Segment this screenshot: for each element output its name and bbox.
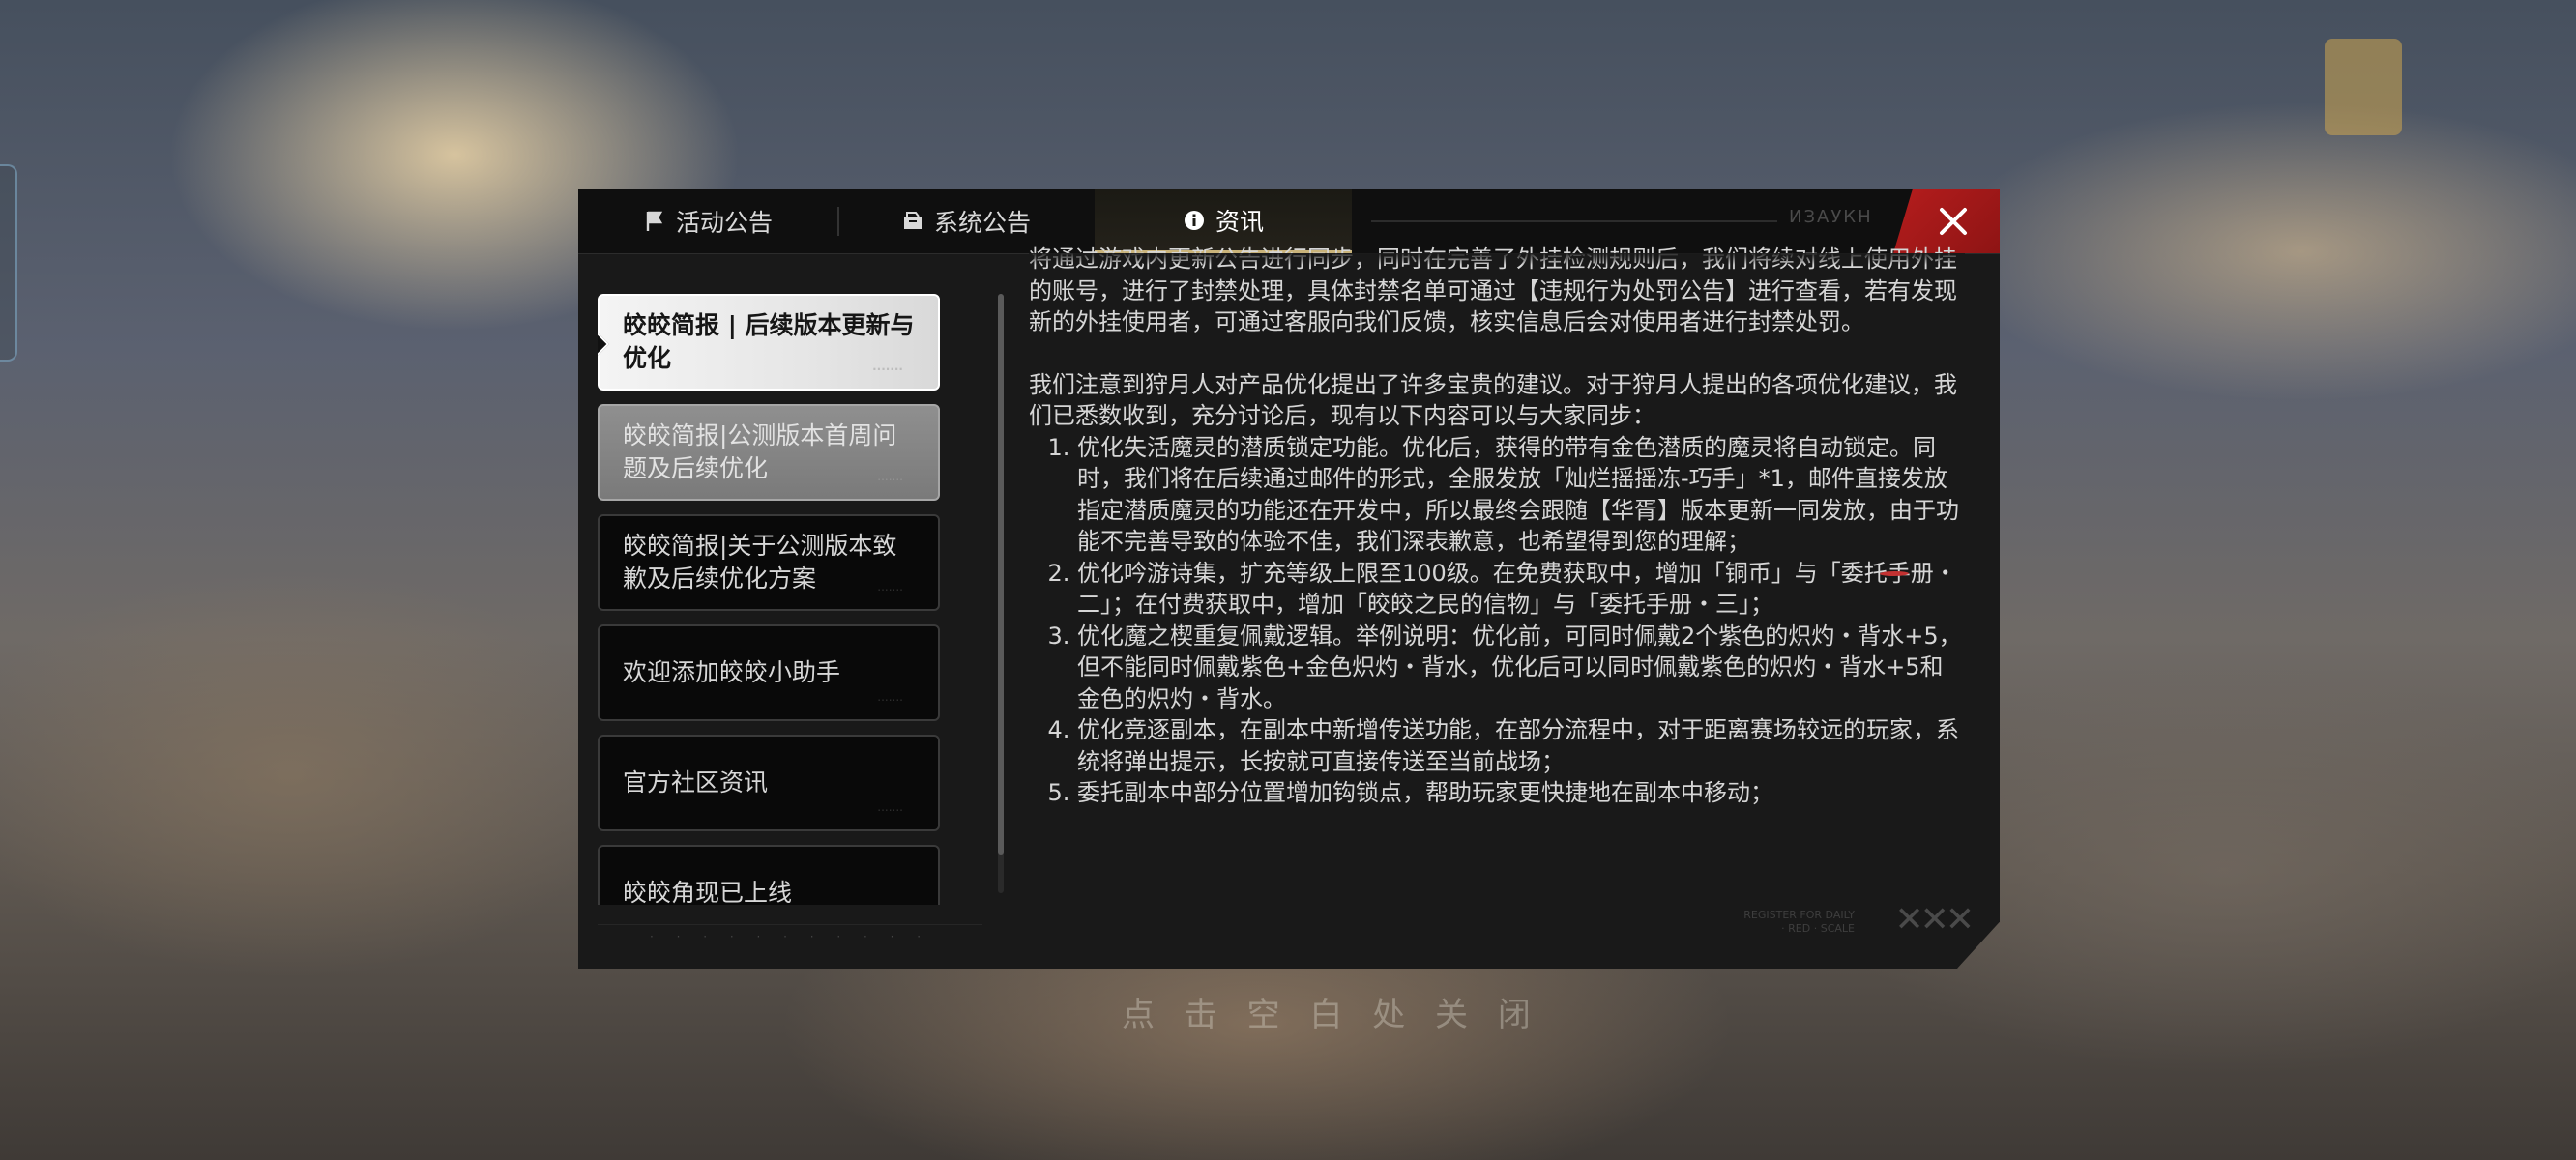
- news-item-title: 皎皎角现已上线: [623, 879, 793, 905]
- news-item[interactable]: 官方社区资讯 .......: [598, 735, 940, 831]
- news-item-active[interactable]: 皎皎简报 | 后续版本更新与优化 .......: [598, 294, 940, 391]
- item-deco: .......: [877, 580, 903, 594]
- content-fade: [1029, 253, 1965, 265]
- optimization-item: 优化魔之楔重复佩戴逻辑。举例说明：优化前，可同时佩戴2个紫色的炽灼・背水+5，但…: [1077, 621, 1965, 715]
- item-text: ，我们深表歉意，也希望得到您的理解；: [1332, 528, 1750, 555]
- envelope-icon: [901, 210, 924, 233]
- news-item[interactable]: 皎皎简报|关于公测版本致歉及后续优化方案 .......: [598, 514, 940, 611]
- close-icon: [1940, 208, 1967, 235]
- item-text: 优化失活魔灵的潜质锁定功能。优化后，获得的带有金色潜质的魔灵将自动锁定。同时，我…: [1077, 433, 1947, 524]
- item-deco: .......: [877, 690, 903, 704]
- hud-icon[interactable]: [2325, 39, 2402, 135]
- tab-activity-announcement[interactable]: 活动公告: [578, 189, 837, 253]
- info-icon: [1183, 209, 1206, 232]
- item-deco: .......: [877, 470, 903, 483]
- list-footer-deco: · · · · · · · · · · ·: [598, 924, 982, 947]
- flag-icon: [643, 210, 666, 233]
- list-scrollbar-thumb[interactable]: [998, 294, 1004, 855]
- news-item-title: 皎皎简报|关于公测版本致歉及后续优化方案: [623, 532, 897, 593]
- optimization-item: 优化竞逐副本，在副本中新增传送功能，在部分流程中，对于距离赛场较远的玩家，系统将…: [1077, 714, 1965, 777]
- footer-deco: REGISTER FOR DAILY · RED · SCALE: [1743, 909, 1855, 935]
- game-background[interactable]: 点 击 空 白 处 关 闭 活动公告 系统公告 资讯 ИЗАУКН 皎皎简报 |…: [0, 0, 2576, 1160]
- article-content[interactable]: 将通过游戏内更新公告进行同步，同时在完善了外挂检测规则后，我们将续对线上使用外挂…: [1029, 244, 1965, 916]
- news-item[interactable]: 皎皎简报|公测版本首周问题及后续优化 .......: [598, 404, 940, 501]
- news-item[interactable]: 欢迎添加皎皎小助手 .......: [598, 624, 940, 721]
- news-item-title: 欢迎添加皎皎小助手: [623, 658, 841, 686]
- optimization-item: 委托副本中部分位置增加钩锁点，帮助玩家更快捷地在副本中移动；: [1077, 777, 1965, 809]
- article-paragraph: 我们注意到狩月人对产品优化提出了许多宝贵的建议。对于狩月人提出的各项优化建议，我…: [1029, 370, 1957, 430]
- item-deco: .......: [877, 800, 903, 814]
- optimization-list: 优化失活魔灵的潜质锁定功能。优化后，获得的带有金色潜质的魔灵将自动锁定。同时，我…: [1029, 432, 1965, 809]
- left-side-tab[interactable]: [0, 164, 17, 362]
- optimization-item: 优化吟游诗集，扩充等级上限至100级。在免费获取中，增加「铜币」与「委托手册・二…: [1077, 558, 1965, 621]
- tab-label: 资讯: [1215, 207, 1264, 236]
- news-item[interactable]: 皎皎角现已上线: [598, 845, 940, 905]
- tab-bar-line: [1371, 220, 1777, 222]
- footer-emblem-icon: ✕✕✕: [1894, 900, 1975, 940]
- item-deco: .......: [872, 360, 903, 373]
- news-item-title: 皎皎简报|公测版本首周问题及后续优化: [623, 421, 897, 482]
- news-list[interactable]: 皎皎简报 | 后续版本更新与优化 ....... 皎皎简报|公测版本首周问题及后…: [598, 294, 982, 947]
- news-item-title: 官方社区资讯: [623, 768, 769, 797]
- selected-pointer-icon: [598, 330, 610, 359]
- close-hint: 点 击 空 白 处 关 闭: [1122, 996, 1540, 1034]
- list-scrollbar[interactable]: [998, 294, 1004, 893]
- tab-label: 活动公告: [675, 209, 773, 237]
- news-item-title: 皎皎简报 | 后续版本更新与优化: [623, 311, 915, 372]
- news-list-items: 皎皎简报 | 后续版本更新与优化 ....... 皎皎简报|公测版本首周问题及后…: [598, 294, 982, 905]
- optimization-item: 优化失活魔灵的潜质锁定功能。优化后，获得的带有金色潜质的魔灵将自动锁定。同时，我…: [1077, 432, 1965, 558]
- tab-deco-text: ИЗАУКН: [1789, 207, 1873, 227]
- announcement-panel: 活动公告 系统公告 资讯 ИЗАУКН 皎皎简报 | 后续版本更新与优化 ...…: [578, 189, 2000, 969]
- tab-label: 系统公告: [933, 209, 1031, 237]
